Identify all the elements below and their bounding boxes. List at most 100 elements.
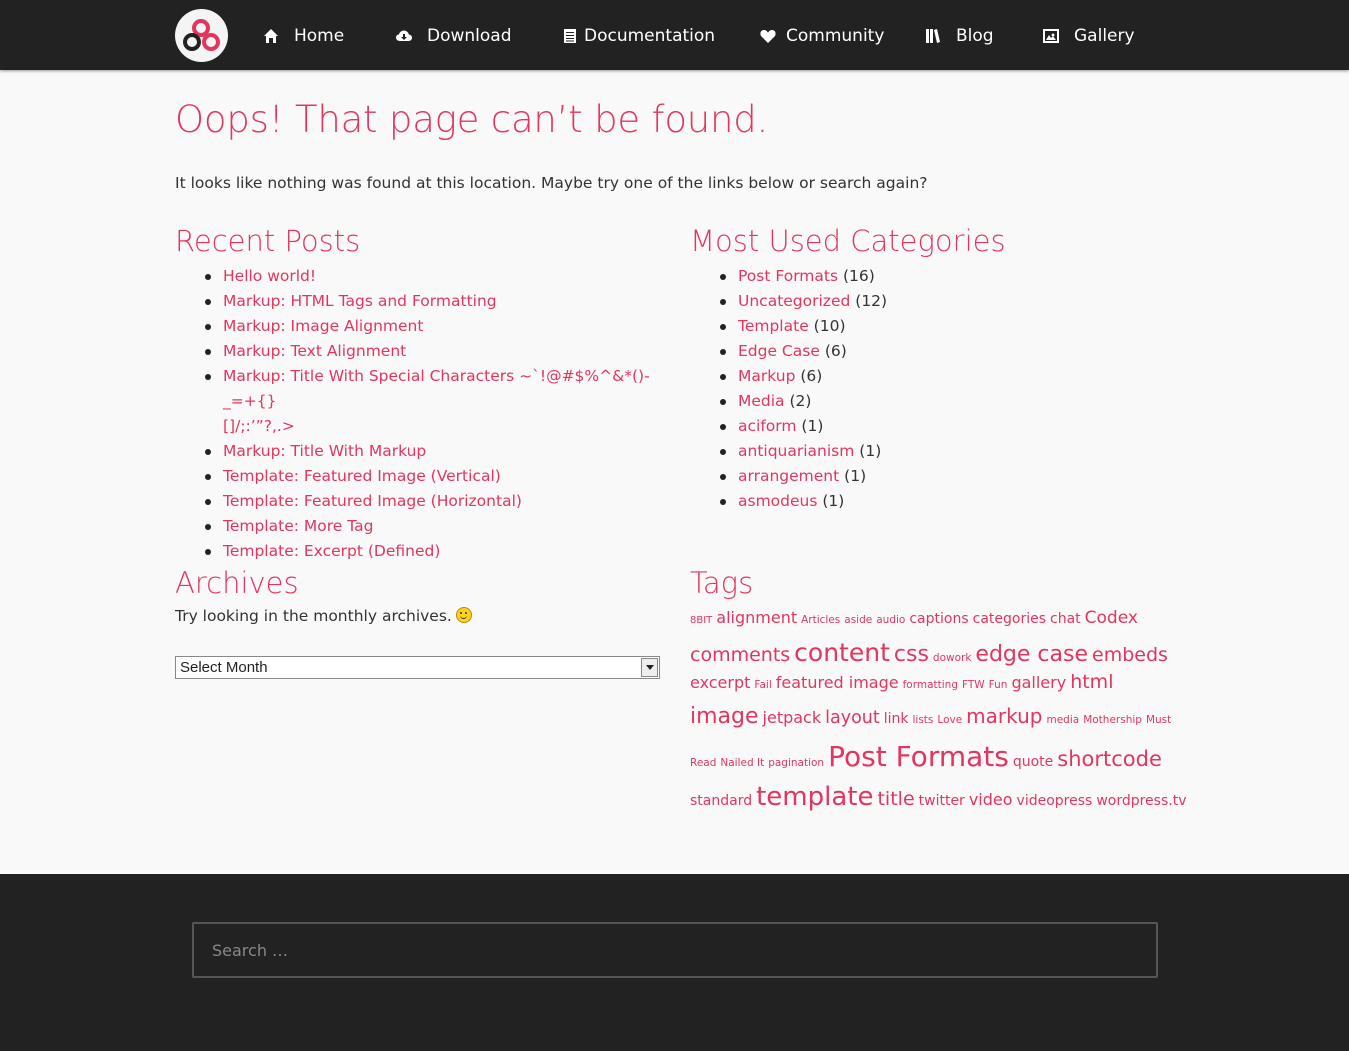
tag-link[interactable]: wordpress.tv (1096, 791, 1186, 812)
tag-link[interactable]: html (1070, 668, 1113, 697)
tag-link[interactable]: quote (1013, 752, 1053, 773)
tag-cloud: 8BIT alignment Articles aside audio capt… (690, 606, 1187, 818)
recent-post-link-line-1: Markup: Title With Special Characters ~`… (223, 367, 650, 410)
category-count: (1) (859, 442, 882, 460)
nav-gallery[interactable]: Gallery (1043, 24, 1135, 48)
tag-link[interactable]: aside (844, 613, 872, 629)
recent-post-link[interactable]: Hello world! (223, 267, 316, 285)
tag-link[interactable]: Fail (754, 678, 771, 694)
category-link[interactable]: Edge Case (738, 342, 820, 360)
tag-link[interactable]: markup (966, 701, 1042, 731)
tag-link[interactable]: standard (690, 791, 752, 812)
tag-link[interactable]: chat (1050, 609, 1081, 630)
tag-cloud-row: comments content css dowork edge case em… (690, 634, 1180, 668)
tag-link[interactable]: edge case (975, 638, 1088, 671)
chevron-down-icon[interactable] (641, 658, 658, 677)
tag-link[interactable]: title (877, 785, 914, 814)
category-count: (12) (855, 292, 888, 310)
tag-link[interactable]: videopress (1017, 791, 1093, 812)
recent-post-link[interactable]: Template: Featured Image (Vertical) (223, 467, 501, 485)
tag-link[interactable]: excerpt (690, 671, 750, 695)
search-input[interactable] (210, 939, 1156, 961)
site-logo-icon[interactable] (175, 9, 228, 62)
tag-link[interactable]: shortcode (1057, 744, 1162, 776)
category-link[interactable]: arrangement (738, 467, 839, 485)
category-link[interactable]: aciform (738, 417, 796, 435)
top-navigation-bar: Home Download Documentation Community Bl… (0, 0, 1349, 70)
tag-link[interactable]: template (756, 778, 873, 817)
recent-post-link[interactable]: Markup: HTML Tags and Formatting (223, 292, 497, 310)
tag-link[interactable]: media (1046, 713, 1079, 729)
categories-title: Most Used Categories (690, 224, 1006, 258)
tag-link[interactable]: pagination (768, 756, 824, 772)
tag-link[interactable]: dowork (933, 651, 972, 667)
category-link[interactable]: Media (738, 392, 785, 410)
tag-link[interactable]: jetpack (763, 706, 822, 730)
nav-gallery-label: Gallery (1074, 26, 1135, 46)
tag-link[interactable]: twitter (919, 791, 965, 812)
tag-link[interactable]: Must (1146, 713, 1171, 729)
category-link[interactable]: asmodeus (738, 492, 817, 510)
tag-cloud-row: standard template title twitter video vi… (690, 778, 1187, 818)
footer-search[interactable] (192, 922, 1158, 978)
recent-posts-list: Hello world! Markup: HTML Tags and Forma… (175, 264, 675, 564)
tag-link[interactable]: featured image (776, 671, 899, 695)
tag-link[interactable]: 8BIT (690, 613, 712, 628)
nav-download[interactable]: Download (396, 24, 512, 48)
tag-link[interactable]: content (794, 634, 890, 672)
category-link[interactable]: Template (738, 317, 809, 335)
tag-link[interactable]: Read (690, 756, 716, 772)
category-count: (1) (801, 417, 824, 435)
tag-link[interactable]: Mothership (1083, 713, 1142, 729)
tag-link[interactable]: comments (690, 641, 790, 670)
heart-icon (760, 28, 776, 44)
archives-month-select[interactable]: Select Month (175, 656, 660, 679)
nav-community[interactable]: Community (760, 24, 884, 48)
category-link[interactable]: antiquarianism (738, 442, 854, 460)
tag-link[interactable]: Nailed It (720, 756, 764, 772)
list-item: Template (10) (690, 314, 1170, 339)
page-title: Oops! That page can’t be found. (175, 98, 769, 141)
recent-post-link[interactable]: Markup: Text Alignment (223, 342, 406, 360)
category-link[interactable]: Uncategorized (738, 292, 850, 310)
list-item: Template: Excerpt (Defined) (175, 539, 675, 564)
tag-link[interactable]: link (884, 709, 909, 730)
recent-post-link[interactable]: Markup: Image Alignment (223, 317, 423, 335)
category-link[interactable]: Post Formats (738, 267, 838, 285)
category-count: (16) (843, 267, 875, 285)
nav-home[interactable]: Home (263, 24, 344, 48)
tag-link[interactable]: embeds (1092, 641, 1168, 670)
tag-cloud-row: 8BIT alignment Articles aside audio capt… (690, 606, 1180, 632)
tag-link[interactable]: css (894, 638, 929, 671)
tag-link[interactable]: lists (913, 713, 934, 729)
tag-link[interactable]: Post Formats (828, 736, 1009, 778)
recent-post-link[interactable]: Template: Excerpt (Defined) (223, 542, 440, 560)
nav-documentation[interactable]: Documentation (562, 24, 715, 48)
category-link[interactable]: Markup (738, 367, 795, 385)
tag-link[interactable]: FTW (962, 678, 985, 694)
tag-link[interactable]: Fun (989, 678, 1008, 694)
tag-link[interactable]: audio (876, 613, 905, 629)
list-item: Markup: HTML Tags and Formatting (175, 289, 675, 314)
recent-post-link[interactable]: Template: More Tag (223, 517, 373, 535)
list-item: Markup: Title With Markup (175, 439, 675, 464)
recent-post-link[interactable]: Template: Featured Image (Horizontal) (223, 492, 522, 510)
cloud-download-icon (396, 28, 412, 44)
tag-link[interactable]: image (690, 700, 759, 733)
tag-link[interactable]: categories (973, 609, 1046, 630)
list-item: Markup: Title With Special Characters ~`… (175, 364, 675, 439)
tag-link[interactable]: alignment (716, 606, 797, 630)
nav-blog[interactable]: Blog (925, 24, 994, 48)
tag-link[interactable]: Codex (1085, 606, 1138, 632)
tag-link[interactable]: video (969, 788, 1013, 812)
tag-link[interactable]: Articles (801, 613, 840, 629)
tag-link[interactable]: captions (909, 609, 968, 630)
tag-link[interactable]: Love (937, 713, 962, 729)
tag-link[interactable]: formatting (903, 678, 958, 694)
recent-post-link[interactable]: Markup: Title With Markup (223, 442, 426, 460)
recent-post-link[interactable]: Markup: Title With Special Characters ~`… (223, 367, 650, 435)
tag-link[interactable]: gallery (1011, 671, 1066, 695)
nav-community-label: Community (786, 26, 885, 46)
tag-link[interactable]: layout (825, 705, 880, 731)
home-icon (263, 28, 279, 44)
